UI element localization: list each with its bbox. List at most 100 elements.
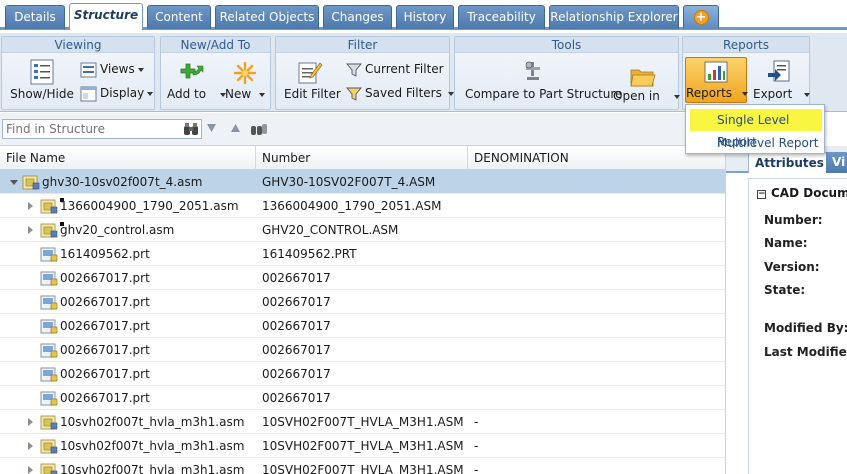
cell-file-name[interactable]: 002667017.prt: [60, 314, 254, 338]
chevron-down-icon: [804, 92, 811, 97]
tab-details[interactable]: Details: [5, 5, 65, 29]
section-header[interactable]: −CAD Docume: [757, 186, 847, 200]
expand-arrow-icon[interactable]: [28, 202, 33, 210]
cell-file-name[interactable]: 161409562.prt: [60, 242, 254, 266]
field-label-last-modified: Last Modified:: [764, 345, 847, 359]
field-label-number: Number:: [764, 213, 823, 227]
cell-file-name[interactable]: 10svh02f007t_hvla_m3h1.asm: [60, 434, 254, 458]
cell-file-name[interactable]: 002667017.prt: [60, 362, 254, 386]
current-filter-label: Current Filter: [365, 62, 444, 76]
current-filter-icon: [346, 63, 362, 77]
column-header-number[interactable]: Number: [256, 146, 468, 170]
group-viewing: Viewing Show/Hide Views Display: [1, 36, 155, 110]
tab-content[interactable]: Content: [147, 5, 211, 29]
add-to-button[interactable]: Add to: [167, 61, 227, 101]
table-row[interactable]: 002667017.prt 002667017: [0, 266, 725, 290]
tab-related-objects[interactable]: Related Objects: [215, 5, 319, 29]
table-row[interactable]: 002667017.prt 002667017: [0, 386, 725, 410]
chevron-down-icon: [147, 91, 154, 96]
table-row[interactable]: 002667017.prt 002667017: [0, 338, 725, 362]
table-row[interactable]: ghv20_control.asm GHV20_CONTROL.ASM: [0, 218, 725, 242]
cell-number: 1366004900_1790_2051.ASM: [262, 199, 442, 213]
cell-number: 002667017: [262, 319, 331, 333]
cell-number: GHV30-10SV02F007T_4.ASM: [262, 175, 436, 189]
add-tab-button[interactable]: +: [683, 5, 719, 29]
assembly-icon: [40, 415, 58, 430]
group-title: New/Add To: [161, 37, 270, 53]
column-header-file-name[interactable]: File Name: [0, 146, 256, 170]
add-to-icon: [180, 63, 204, 79]
table-row[interactable]: 002667017.prt 002667017: [0, 314, 725, 338]
tab-attributes[interactable]: Attributes: [748, 152, 831, 173]
new-button[interactable]: New: [225, 61, 266, 101]
cell-file-name[interactable]: ghv30-10sv02f007t_4.asm: [42, 170, 252, 194]
menu-item-multilevel-report[interactable]: Multilevel Report: [690, 132, 822, 154]
cell-file-name[interactable]: 002667017.prt: [60, 290, 254, 314]
open-in-label: Open in: [613, 89, 680, 103]
compare-to-part-structure-button[interactable]: Compare to Part Structure: [465, 59, 622, 101]
cell-file-name[interactable]: 002667017.prt: [60, 386, 254, 410]
tab-visualization[interactable]: Vi: [826, 152, 847, 173]
table-row[interactable]: 10svh02f007t_hvla_m3h1.asm 10SVH02F007T_H…: [0, 434, 725, 458]
cell-number: 002667017: [262, 367, 331, 381]
chevron-down-icon: [447, 91, 454, 96]
assembly-icon: [40, 223, 58, 238]
expand-arrow-icon[interactable]: [28, 442, 33, 450]
group-reports: Reports Reports Export: [682, 36, 811, 110]
expand-arrow-icon[interactable]: [28, 226, 33, 234]
edit-filter-icon: [298, 62, 323, 84]
current-filter-button[interactable]: Current Filter: [346, 59, 444, 79]
table-row[interactable]: 002667017.prt 002667017: [0, 290, 725, 314]
cell-file-name[interactable]: 10svh02f007t_hvla_m3h1.asm: [60, 410, 254, 434]
group-title: Reports: [683, 37, 809, 53]
cell-file-name[interactable]: 002667017.prt: [60, 338, 254, 362]
tab-structure[interactable]: Structure: [69, 3, 143, 30]
cad-document-section: −CAD Docume Number: Name: Version: State…: [748, 178, 847, 474]
tab-traceability[interactable]: Traceability: [458, 5, 545, 29]
cell-denomination: [474, 362, 714, 386]
expand-arrow-icon[interactable]: [28, 418, 33, 426]
edit-filter-label: Edit Filter: [284, 87, 341, 101]
cell-denomination: -: [474, 415, 479, 429]
highlight-all-icon[interactable]: [250, 121, 268, 137]
display-button[interactable]: Display: [80, 83, 154, 103]
find-previous-arrow-icon[interactable]: [230, 123, 241, 133]
show-hide-label: Show/Hide: [10, 87, 74, 101]
saved-filters-button[interactable]: Saved Filters: [346, 83, 454, 103]
cell-file-name[interactable]: ghv20_control.asm: [60, 218, 254, 242]
cell-denomination: -: [474, 463, 479, 474]
binoculars-icon[interactable]: [183, 121, 199, 137]
find-next-arrow-icon[interactable]: [206, 123, 217, 133]
part-icon: [40, 295, 58, 310]
assembly-icon: [40, 439, 58, 454]
menu-item-single-level-report[interactable]: Single Level Report: [690, 109, 822, 149]
cell-denomination: [474, 218, 714, 242]
table-row[interactable]: 1366004900_1790_2051.asm 1366004900_1790_…: [0, 194, 725, 218]
chevron-down-icon: [673, 94, 680, 99]
part-icon: [40, 343, 58, 358]
show-hide-button[interactable]: Show/Hide: [10, 59, 74, 101]
edit-filter-button[interactable]: Edit Filter: [284, 59, 341, 101]
tab-relationship-explorer[interactable]: Relationship Explorer: [549, 5, 679, 29]
table-row[interactable]: 10svh02f007t_hvla_m3h1.asm 10SVH02F007T_H…: [0, 458, 725, 474]
table-row[interactable]: 10svh02f007t_hvla_m3h1.asm 10SVH02F007T_H…: [0, 410, 725, 434]
reports-button[interactable]: Reports: [685, 57, 749, 103]
cell-file-name[interactable]: 10svh02f007t_hvla_m3h1.asm: [60, 458, 254, 474]
table-row[interactable]: 161409562.prt 161409562.PRT: [0, 242, 725, 266]
find-bar: [0, 113, 725, 146]
expand-arrow-open-icon[interactable]: [10, 180, 18, 185]
collapse-icon[interactable]: −: [757, 190, 766, 199]
tab-changes[interactable]: Changes: [323, 5, 392, 29]
cell-file-name[interactable]: 002667017.prt: [60, 266, 254, 290]
views-button[interactable]: Views: [80, 59, 144, 79]
cell-denomination: [474, 386, 714, 410]
expand-arrow-icon[interactable]: [28, 466, 33, 474]
export-button[interactable]: Export: [753, 59, 811, 101]
tab-history[interactable]: History: [396, 5, 454, 29]
chevron-down-icon: [259, 92, 266, 97]
table-row[interactable]: 002667017.prt 002667017: [0, 362, 725, 386]
table-row[interactable]: ghv30-10sv02f007t_4.asm GHV30-10SV02F007T…: [0, 170, 725, 194]
find-in-structure-input[interactable]: [2, 119, 202, 139]
cell-file-name[interactable]: 1366004900_1790_2051.asm: [60, 194, 254, 218]
open-in-button[interactable]: Open in: [613, 67, 680, 103]
